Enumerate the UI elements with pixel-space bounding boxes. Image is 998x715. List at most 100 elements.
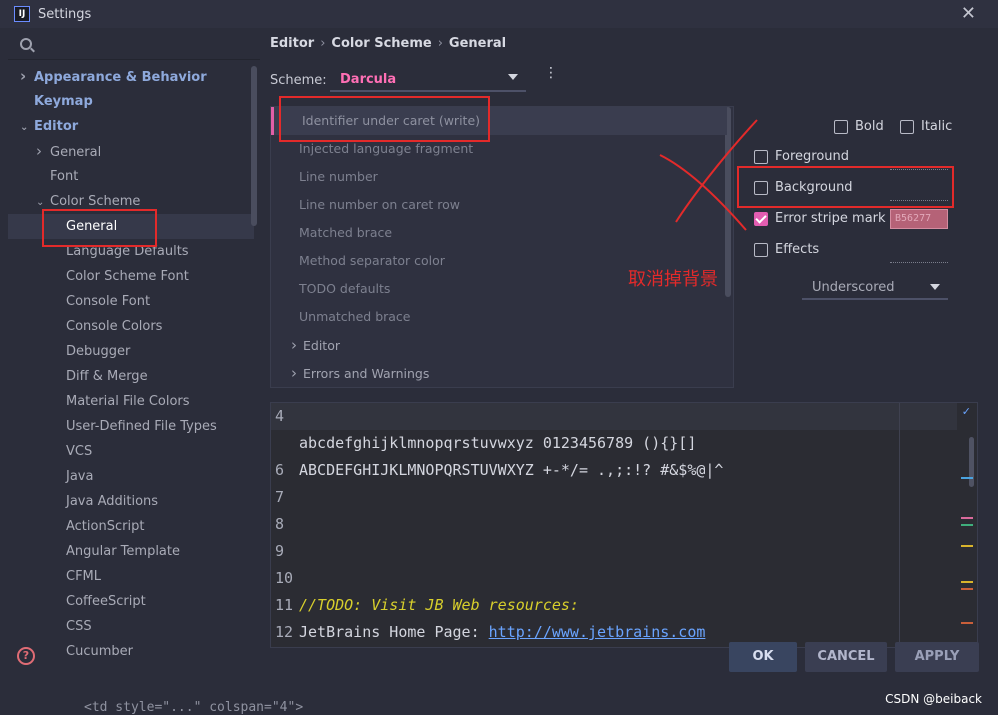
dropdown-caret-icon	[930, 284, 940, 290]
error-stripe-marker	[961, 477, 973, 479]
settings-sidebar: › Appearance & Behavior Keymap ⌄ Editor › Gene…	[8, 28, 260, 668]
sidebar-item[interactable]: › Appearance & Behavior	[8, 64, 254, 89]
sidebar-item[interactable]: Cucumber	[8, 639, 254, 664]
close-icon[interactable]: ✕	[961, 3, 976, 24]
sidebar-item[interactable]: Debugger	[8, 339, 254, 364]
title-bar: IJ Settings ✕	[0, 0, 998, 28]
effects-color-field[interactable]	[890, 243, 948, 263]
code-line: 4	[271, 403, 299, 430]
current-line-highlight	[271, 403, 977, 430]
settings-search[interactable]	[8, 28, 260, 60]
error-stripe-checkbox[interactable]: Error stripe mark	[754, 211, 886, 226]
list-item-label: Method separator color	[299, 253, 445, 268]
line-number: 8	[275, 515, 285, 533]
italic-checkbox[interactable]: Italic	[900, 119, 952, 134]
right-margin-guide	[899, 403, 900, 647]
sidebar-item-label: User-Defined File Types	[66, 419, 217, 434]
watermark: CSDN @beiback	[885, 692, 982, 706]
sidebar-item[interactable]: Keymap	[8, 89, 254, 114]
scheme-select[interactable]: Darcula	[330, 68, 526, 92]
sidebar-item-label: Console Colors	[66, 319, 163, 334]
bold-checkbox[interactable]: Bold	[834, 119, 884, 134]
chevron-right-icon: ›	[320, 36, 326, 51]
list-group[interactable]: › Editor	[271, 331, 727, 359]
intellij-app-icon: IJ	[14, 6, 30, 22]
list-item-label: Unmatched brace	[299, 309, 411, 324]
list-item[interactable]: Line number on caret row	[271, 191, 727, 219]
chevron-down-icon[interactable]: ⌄	[20, 115, 34, 140]
error-stripe-color-swatch[interactable]: B56277	[890, 209, 948, 229]
ok-button[interactable]: OK	[729, 642, 797, 672]
sidebar-item[interactable]: › General	[8, 139, 254, 164]
sidebar-item[interactable]: VCS	[8, 439, 254, 464]
sidebar-item[interactable]: User-Defined File Types	[8, 414, 254, 439]
more-options-icon[interactable]: ⋮	[544, 66, 558, 80]
sidebar-item[interactable]: Java	[8, 464, 254, 489]
code-line: 9	[271, 538, 299, 565]
chevron-right-icon[interactable]: ›	[291, 359, 303, 387]
preview-scrollbar[interactable]: ✓	[957, 403, 977, 647]
foreground-checkbox[interactable]: Foreground	[754, 149, 849, 164]
code-link[interactable]: http://www.jetbrains.com	[489, 623, 706, 641]
line-number: 7	[275, 488, 285, 506]
scheme-value: Darcula	[340, 72, 397, 87]
chevron-right-icon[interactable]: ›	[291, 331, 303, 359]
cancel-button[interactable]: CANCEL	[805, 642, 887, 672]
sidebar-item[interactable]: Color Scheme Font	[8, 264, 254, 289]
sidebar-item-label: Keymap	[34, 94, 93, 109]
list-item[interactable]: Line number	[271, 163, 727, 191]
chevron-right-icon: ›	[437, 36, 443, 51]
sidebar-item[interactable]: ActionScript	[8, 514, 254, 539]
checkbox-box-checked[interactable]	[754, 211, 768, 226]
list-item-label: Injected language fragment	[299, 141, 474, 156]
sidebar-item[interactable]: Angular Template	[8, 539, 254, 564]
list-item-label: Line number	[299, 169, 378, 184]
effect-style-select[interactable]: Underscored	[802, 276, 948, 300]
scroll-thumb[interactable]	[969, 437, 974, 487]
sidebar-item[interactable]: ⌄ Editor	[8, 114, 254, 139]
checkbox-box[interactable]	[900, 119, 914, 134]
list-item[interactable]: Unmatched brace	[271, 303, 727, 331]
code-preview[interactable]: ✓ 4 abcdefghijklmnopqrstuvwxyz 0123456789…	[270, 402, 978, 648]
sidebar-item[interactable]: Font	[8, 164, 254, 189]
sidebar-item-label: VCS	[66, 444, 93, 459]
list-item-label: TODO defaults	[299, 281, 391, 296]
checkbox-box[interactable]	[834, 119, 848, 134]
sidebar-item[interactable]: CFML	[8, 564, 254, 589]
checkbox-box[interactable]	[754, 149, 768, 164]
line-number: 6	[275, 461, 285, 479]
list-item[interactable]: Matched brace	[271, 219, 727, 247]
apply-button[interactable]: APPLY	[895, 642, 979, 672]
sidebar-item[interactable]: Java Additions	[8, 489, 254, 514]
sidebar-item[interactable]: CSS	[8, 614, 254, 639]
sidebar-item[interactable]: Console Colors	[8, 314, 254, 339]
list-item-label: Errors and Warnings	[303, 366, 430, 381]
effects-checkbox[interactable]: Effects	[754, 242, 819, 257]
code-line: 11 //TODO: Visit JB Web resources:	[271, 592, 579, 619]
sidebar-item[interactable]: CoffeeScript	[8, 589, 254, 614]
error-stripe-label: Error stripe mark	[775, 211, 886, 226]
code-line: 12 JetBrains Home Page: http://www.jetbra…	[271, 619, 705, 646]
error-stripe-marker	[961, 581, 973, 583]
list-group[interactable]: › Errors and Warnings	[271, 359, 727, 387]
scheme-label: Scheme:	[270, 73, 327, 88]
sidebar-item-label: Font	[50, 169, 79, 184]
code-text: abcdefghijklmnopqrstuvwxyz 0123456789 ()…	[299, 434, 697, 452]
sidebar-item[interactable]: Console Font	[8, 289, 254, 314]
checkbox-box[interactable]	[754, 242, 768, 257]
dropdown-caret-icon	[508, 74, 518, 80]
sidebar-item-label: Color Scheme	[50, 194, 141, 209]
sidebar-scrollbar[interactable]	[251, 66, 257, 226]
sidebar-item-label: Console Font	[66, 294, 151, 309]
sidebar-item-label: Angular Template	[66, 544, 180, 559]
code-line: 8	[271, 511, 299, 538]
help-icon[interactable]: ?	[17, 647, 35, 665]
sidebar-item-label: Material File Colors	[66, 394, 190, 409]
sidebar-item[interactable]: Material File Colors	[8, 389, 254, 414]
chevron-right-icon[interactable]: ›	[36, 139, 50, 164]
code-line: 7	[271, 484, 299, 511]
italic-label: Italic	[921, 119, 953, 134]
sidebar-item[interactable]: Diff & Merge	[8, 364, 254, 389]
chevron-right-icon[interactable]: ›	[20, 64, 34, 89]
bold-label: Bold	[855, 119, 884, 134]
